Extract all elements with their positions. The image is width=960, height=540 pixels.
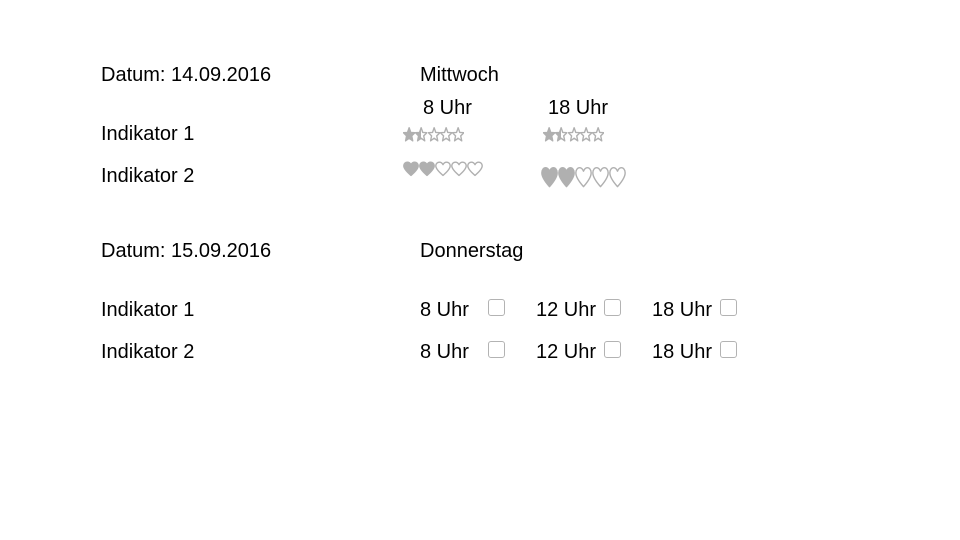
day1-indicator-2-label: Indikator 2	[101, 165, 195, 187]
indicator-1-18uhr-checkbox[interactable]	[720, 299, 737, 316]
day1-date-label: Datum: 14.09.2016	[101, 64, 272, 86]
star-icon[interactable]	[415, 127, 427, 142]
indicator-2-12uhr-checkbox[interactable]	[604, 341, 621, 358]
slot-time-label: 12 Uhr	[536, 341, 597, 363]
slot-time-label: 12 Uhr	[536, 299, 597, 321]
heart-icon[interactable]	[575, 166, 592, 189]
heart-rating-indicator-2-8uhr[interactable]	[403, 161, 483, 177]
slot-time-label: 8 Uhr	[420, 341, 469, 363]
heart-icon[interactable]	[419, 161, 435, 177]
indicator-1-8uhr-checkbox[interactable]	[488, 299, 505, 316]
day1-time-header-1: 18 Uhr	[548, 97, 609, 119]
heart-icon[interactable]	[403, 161, 419, 177]
star-icon[interactable]	[543, 127, 555, 142]
slot-time-label: 18 Uhr	[652, 299, 713, 321]
star-icon[interactable]	[403, 127, 415, 142]
day1-indicator-1-label: Indikator 1	[101, 123, 195, 145]
indicator-2-18uhr-checkbox[interactable]	[720, 341, 737, 358]
heart-icon[interactable]	[467, 161, 483, 177]
star-rating-indicator-1-18uhr[interactable]	[543, 127, 604, 142]
star-icon[interactable]	[440, 127, 452, 142]
heart-icon[interactable]	[592, 166, 609, 189]
star-rating-indicator-1-8uhr[interactable]	[403, 127, 464, 142]
heart-icon[interactable]	[435, 161, 451, 177]
day2-indicator-1-label: Indikator 1	[101, 299, 195, 321]
day1-weekday: Mittwoch	[420, 64, 499, 86]
day2-weekday: Donnerstag	[420, 240, 524, 262]
heart-icon[interactable]	[541, 166, 558, 189]
heart-icon[interactable]	[558, 166, 575, 189]
star-icon[interactable]	[592, 127, 604, 142]
day2-indicator-2-label: Indikator 2	[101, 341, 195, 363]
heart-icon[interactable]	[451, 161, 467, 177]
star-icon[interactable]	[452, 127, 464, 142]
star-icon[interactable]	[568, 127, 580, 142]
heart-icon[interactable]	[609, 166, 626, 189]
star-icon[interactable]	[580, 127, 592, 142]
star-icon[interactable]	[555, 127, 567, 142]
slot-time-label: 18 Uhr	[652, 341, 713, 363]
indicator-1-12uhr-checkbox[interactable]	[604, 299, 621, 316]
heart-rating-indicator-2-18uhr[interactable]	[541, 166, 626, 189]
slot-time-label: 8 Uhr	[420, 299, 469, 321]
day1-time-header-0: 8 Uhr	[423, 97, 472, 119]
day2-date-label: Datum: 15.09.2016	[101, 240, 272, 262]
indicator-2-8uhr-checkbox[interactable]	[488, 341, 505, 358]
star-icon[interactable]	[428, 127, 440, 142]
